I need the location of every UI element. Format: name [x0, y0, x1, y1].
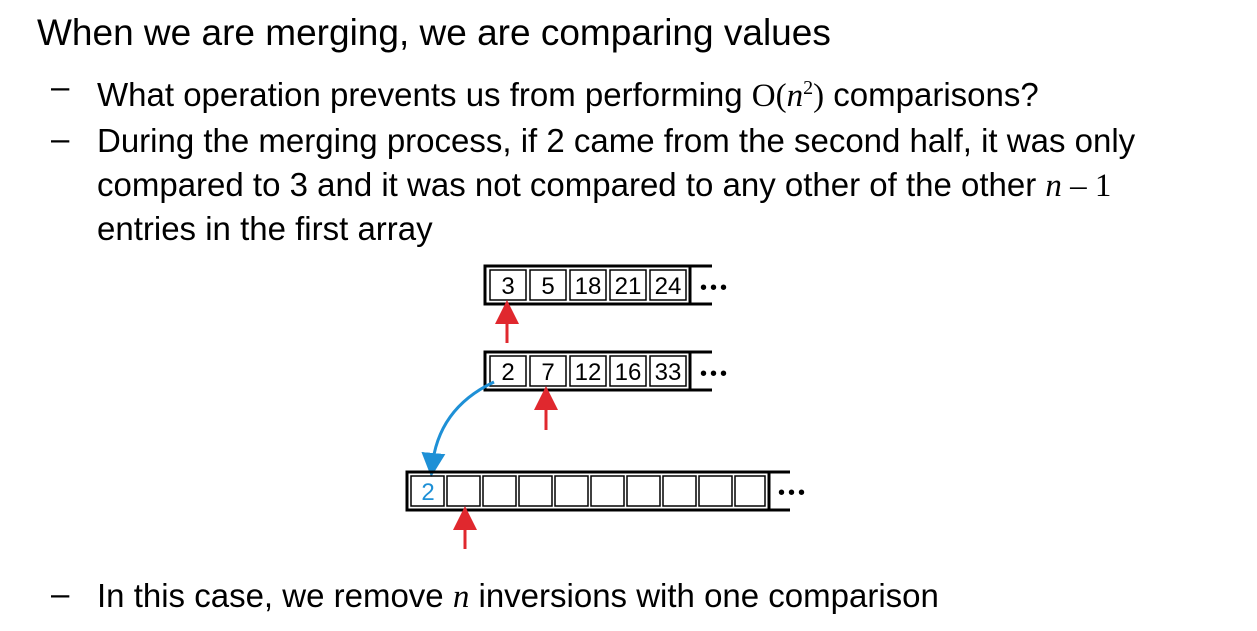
array-cell	[518, 475, 553, 507]
cell-value: 3	[501, 273, 514, 300]
array-cell	[698, 475, 733, 507]
cell-value: 12	[575, 359, 602, 386]
array-cell	[626, 475, 661, 507]
cell-value: 24	[655, 273, 682, 300]
cell-value: 33	[655, 359, 682, 386]
array-cell	[734, 475, 766, 507]
merged-array: 2 •••	[405, 470, 808, 512]
cell-value: 5	[541, 273, 554, 300]
cell-value: 16	[615, 359, 642, 386]
array-cell	[482, 475, 517, 507]
merge-diagram: 3 5 18 21 24 ••• 2 7 12 16 33 ••• 2 •••	[405, 264, 808, 549]
cell-value: 18	[575, 273, 602, 300]
cell-value: 2	[501, 359, 514, 386]
array-cell	[446, 475, 481, 507]
ellipsis: •••	[700, 363, 730, 385]
cell-value: 21	[615, 273, 642, 300]
ellipsis: •••	[778, 482, 808, 504]
first-array: 3 5 18 21 24 •••	[483, 264, 730, 306]
array-cell	[590, 475, 625, 507]
move-arrow	[421, 380, 495, 477]
second-array: 2 7 12 16 33 •••	[483, 350, 730, 392]
array-cell	[554, 475, 589, 507]
moved-value: 2	[421, 479, 434, 506]
ellipsis: •••	[700, 277, 730, 299]
cell-value: 7	[541, 359, 554, 386]
array-cell	[662, 475, 697, 507]
